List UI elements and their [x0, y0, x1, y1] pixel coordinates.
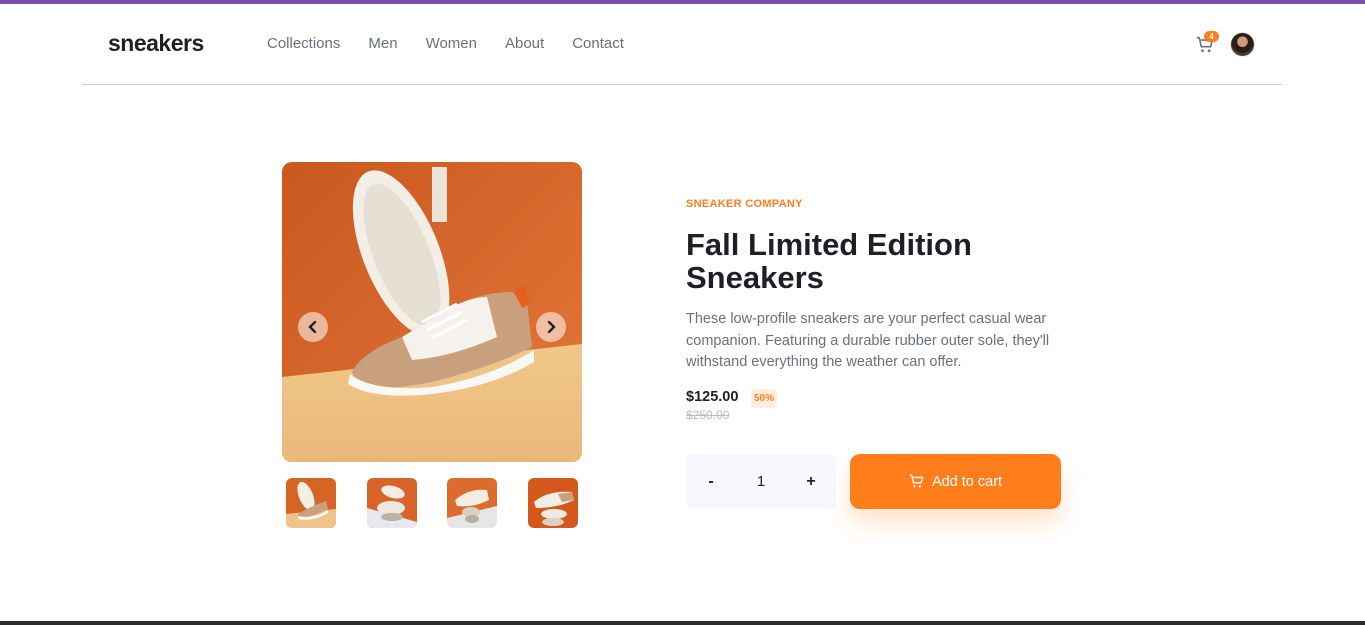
nav-item-women[interactable]: Women: [426, 35, 477, 52]
nav-item-about[interactable]: About: [505, 35, 544, 52]
thumbnail-row: [286, 478, 578, 528]
chevron-right-icon: [547, 321, 556, 333]
thumbnail-image: [528, 478, 578, 528]
gallery-next-button[interactable]: [536, 312, 566, 342]
user-avatar[interactable]: [1230, 32, 1255, 57]
bottom-border: [0, 621, 1365, 625]
thumbnail-image: [286, 478, 336, 528]
nav-item-collections[interactable]: Collections: [267, 35, 340, 52]
original-price: $250.00: [686, 408, 730, 422]
add-to-cart-button[interactable]: Add to cart: [850, 454, 1061, 509]
cart-count-badge: 4: [1204, 31, 1219, 42]
quantity-stepper: - 1 +: [686, 454, 836, 509]
logo[interactable]: sneakers: [108, 30, 204, 57]
company-label: SNEAKER COMPANY: [686, 198, 803, 210]
sneaker-photo: [282, 162, 582, 462]
product-description: These low-profile sneakers are your perf…: [686, 311, 1050, 370]
site-header: sneakers Collections Men Women About Con…: [82, 4, 1282, 85]
thumbnail-3[interactable]: [447, 478, 497, 528]
thumbnail-2[interactable]: [367, 478, 417, 528]
quantity-value: 1: [756, 473, 766, 490]
main-nav: Collections Men Women About Contact: [267, 35, 624, 52]
thumbnail-1[interactable]: [286, 478, 336, 528]
product-main-image[interactable]: [282, 162, 582, 462]
discount-badge: 50%: [751, 389, 778, 408]
product-title: Fall Limited Edition Sneakers: [686, 227, 972, 295]
nav-item-contact[interactable]: Contact: [572, 35, 624, 52]
add-to-cart-label: Add to cart: [931, 473, 1003, 490]
thumbnail-image: [447, 478, 497, 528]
chevron-left-icon: [308, 321, 317, 333]
nav-item-men[interactable]: Men: [368, 35, 397, 52]
gallery-prev-button[interactable]: [298, 312, 328, 342]
thumbnail-image: [367, 478, 417, 528]
quantity-decrease-button[interactable]: -: [686, 454, 736, 509]
current-price: $125.00: [686, 389, 739, 405]
cart-button[interactable]: 4: [1196, 31, 1219, 56]
thumbnail-4[interactable]: [528, 478, 578, 528]
quantity-increase-button[interactable]: +: [786, 454, 836, 509]
cart-icon: [909, 474, 924, 488]
